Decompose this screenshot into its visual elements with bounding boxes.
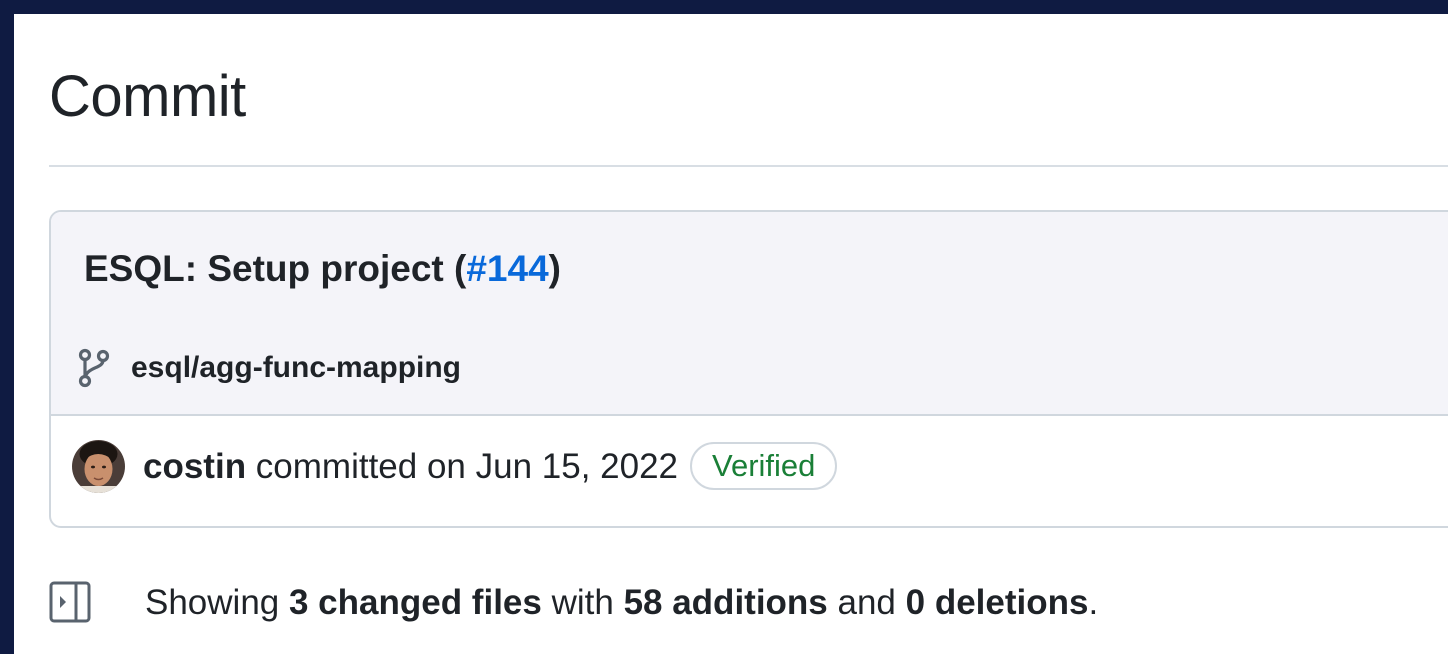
commit-box: ESQL: Setup project (#144) esql/agg-func… <box>49 210 1448 528</box>
diff-summary-text: Showing 3 changed files with 58 addition… <box>145 585 1098 620</box>
commit-message: ESQL: Setup project (#144) <box>84 250 561 287</box>
deletions-count: 0 deletions <box>905 582 1089 622</box>
title-divider <box>49 165 1448 167</box>
commit-header: ESQL: Setup project (#144) esql/agg-func… <box>51 212 1448 416</box>
committed-date: committed on Jun 15, 2022 <box>246 446 679 486</box>
diff-summary-row: Showing 3 changed files with 58 addition… <box>49 578 1098 626</box>
author-line: costin committed on Jun 15, 2022 <box>143 449 678 484</box>
sidebar-expand-icon[interactable] <box>49 581 91 623</box>
page-title: Commit <box>49 64 246 129</box>
summary-prefix: Showing <box>145 582 289 622</box>
commit-message-text: ESQL: Setup project ( <box>84 248 467 289</box>
avatar[interactable] <box>72 439 125 493</box>
git-branch-icon <box>77 348 111 388</box>
verified-badge[interactable]: Verified <box>690 442 838 490</box>
author-row: costin committed on Jun 15, 2022 Verifie… <box>72 438 838 494</box>
commit-message-suffix: ) <box>548 248 561 289</box>
commit-page: Commit ESQL: Setup project (#144) esql/a… <box>14 14 1448 654</box>
summary-with: with <box>541 582 624 622</box>
branch-link[interactable]: esql/agg-func-mapping <box>131 353 461 383</box>
changed-files-count: 3 changed files <box>288 582 542 622</box>
summary-and: and <box>827 582 906 622</box>
author-link[interactable]: costin <box>143 447 246 486</box>
summary-period: . <box>1088 582 1099 622</box>
branch-row: esql/agg-func-mapping <box>77 348 461 388</box>
pull-request-link[interactable]: #144 <box>466 248 548 289</box>
additions-count: 58 additions <box>623 582 828 622</box>
